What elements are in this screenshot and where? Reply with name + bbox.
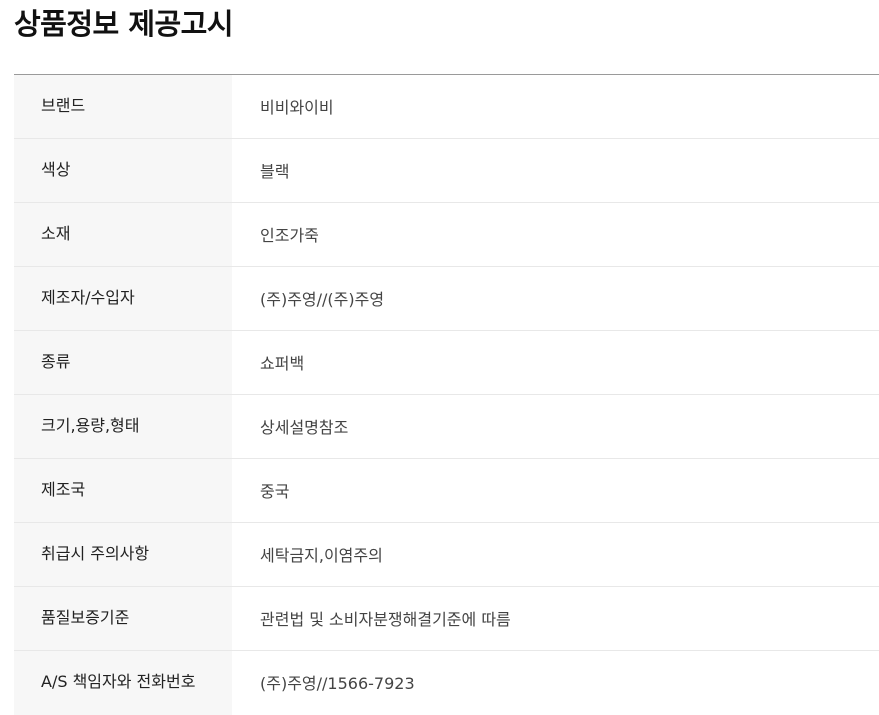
- table-row-color: 색상 블랙: [14, 139, 879, 203]
- table-row-warranty: 품질보증기준 관련법 및 소비자분쟁해결기준에 따름: [14, 587, 879, 651]
- table-row-material: 소재 인조가죽: [14, 203, 879, 267]
- row-label: 색상: [14, 139, 232, 202]
- row-label: 종류: [14, 331, 232, 394]
- product-info-table: 브랜드 비비와이비 색상 블랙 소재 인조가죽 제조자/수입자 (주)주영//(…: [14, 74, 879, 715]
- table-row-type: 종류 쇼퍼백: [14, 331, 879, 395]
- row-label: 제조자/수입자: [14, 267, 232, 330]
- table-row-brand: 브랜드 비비와이비: [14, 75, 879, 139]
- row-value: 관련법 및 소비자분쟁해결기준에 따름: [260, 610, 511, 629]
- row-label: 품질보증기준: [14, 587, 232, 650]
- row-value: 인조가죽: [260, 226, 319, 245]
- row-label: 취급시 주의사항: [14, 523, 232, 586]
- table-row-manufacturer: 제조자/수입자 (주)주영//(주)주영: [14, 267, 879, 331]
- row-label: 소재: [14, 203, 232, 266]
- row-value: 쇼퍼백: [260, 354, 305, 373]
- row-label: A/S 책임자와 전화번호: [14, 651, 232, 715]
- row-value: (주)주영//(주)주영: [260, 290, 385, 309]
- table-row-origin: 제조국 중국: [14, 459, 879, 523]
- row-label: 브랜드: [14, 75, 232, 138]
- row-value: (주)주영//1566-7923: [260, 674, 415, 693]
- row-value: 세탁금지,이염주의: [260, 546, 383, 565]
- page-title: 상품정보 제공고시: [14, 7, 234, 41]
- table-row-size: 크기,용량,형태 상세설명참조: [14, 395, 879, 459]
- row-label: 크기,용량,형태: [14, 395, 232, 458]
- row-value: 상세설명참조: [260, 418, 349, 437]
- table-row-as-contact: A/S 책임자와 전화번호 (주)주영//1566-7923: [14, 651, 879, 715]
- row-value: 비비와이비: [260, 98, 334, 117]
- row-label: 제조국: [14, 459, 232, 522]
- row-value: 중국: [260, 482, 290, 501]
- row-value: 블랙: [260, 162, 290, 181]
- table-row-care: 취급시 주의사항 세탁금지,이염주의: [14, 523, 879, 587]
